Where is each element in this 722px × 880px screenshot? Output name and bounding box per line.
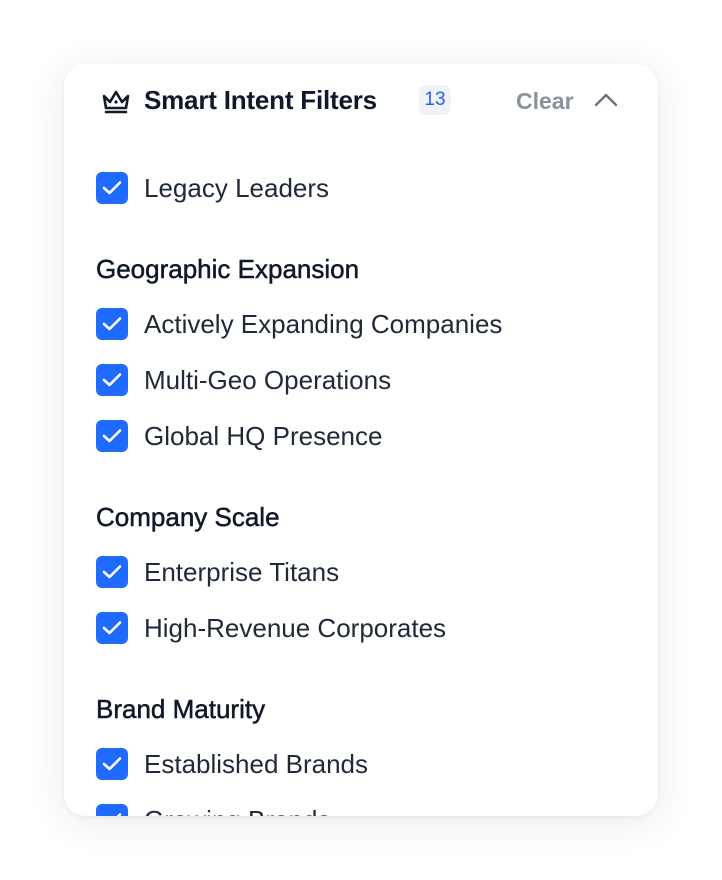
crown-icon (102, 90, 130, 114)
checkmark-icon (102, 621, 122, 635)
panel-header: Smart Intent Filters 13 Clear (64, 64, 658, 136)
filter-item-label: Enterprise Titans (144, 557, 340, 587)
checkmark-icon (102, 429, 122, 443)
checkbox-checked[interactable] (96, 364, 128, 396)
filter-item-label: Established Brands (144, 749, 369, 779)
filter-item-high-revenue[interactable]: High-Revenue Corporates (96, 612, 636, 644)
filter-item-label: Multi-Geo Operations (144, 365, 392, 395)
checkmark-icon (116, 813, 122, 816)
checkmark-icon (102, 317, 122, 331)
section-title-geographic-expansion: Geographic Expansion (96, 254, 360, 285)
filter-count-badge: 13 (419, 85, 451, 115)
checkbox-checked[interactable] (96, 556, 128, 588)
filter-item-label: Growing Brands (144, 803, 330, 816)
filter-item-multi-geo[interactable]: Multi-Geo Operations (96, 364, 636, 396)
clear-button[interactable]: Clear (516, 86, 574, 116)
checkbox-checked[interactable] (96, 308, 128, 340)
chevron-up-icon[interactable] (594, 90, 618, 110)
filter-item-global-hq[interactable]: Global HQ Presence (96, 420, 636, 452)
smart-intent-filters-panel: Smart Intent Filters 13 Clear Legacy Lea… (64, 64, 658, 816)
checkbox-checked[interactable] (96, 612, 128, 644)
filter-item-enterprise-titans[interactable]: Enterprise Titans (96, 556, 636, 588)
checkbox-checked[interactable] (96, 420, 128, 452)
checkbox-checked[interactable] (96, 172, 128, 204)
filter-item-label: Legacy Leaders (144, 173, 330, 203)
checkbox-checked[interactable] (96, 804, 128, 816)
section-title-company-scale: Company Scale (96, 502, 280, 533)
filter-item-actively-expanding[interactable]: Actively Expanding Companies (96, 308, 636, 340)
filter-item-growing-brands[interactable]: Growing Brands (96, 804, 636, 816)
checkmark-icon (102, 373, 122, 387)
checkmark-icon (102, 565, 122, 579)
panel-title: Smart Intent Filters (144, 85, 377, 115)
filter-item-label: Actively Expanding Companies (144, 309, 503, 339)
filter-item-label: High-Revenue Corporates (144, 613, 447, 643)
section-title-brand-maturity: Brand Maturity (96, 694, 266, 725)
checkbox-checked[interactable] (96, 748, 128, 780)
filter-item-label: Global HQ Presence (144, 421, 383, 451)
filter-item-legacy-leaders[interactable]: Legacy Leaders (96, 172, 636, 204)
filter-item-established-brands[interactable]: Established Brands (96, 748, 636, 780)
checkmark-icon (102, 181, 122, 195)
checkmark-icon (102, 757, 122, 771)
